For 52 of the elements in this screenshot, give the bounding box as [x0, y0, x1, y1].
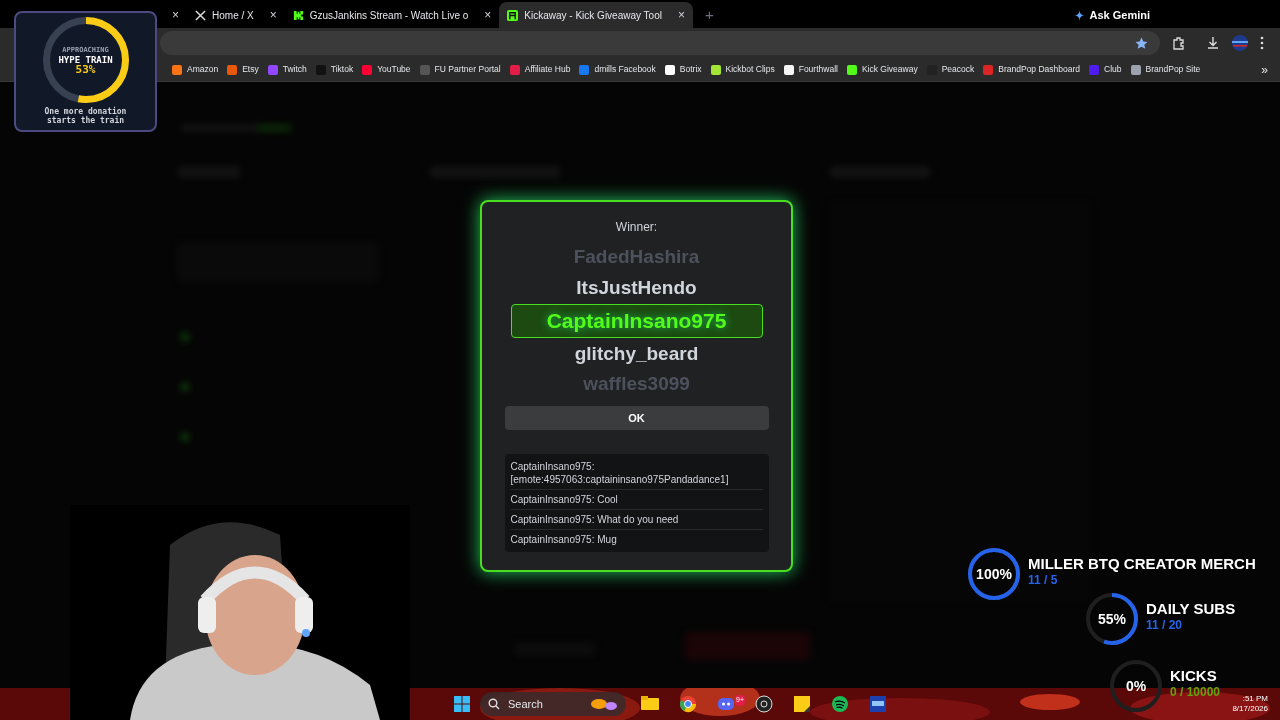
winner-name: ItsJustHendo	[576, 275, 697, 300]
goal-percent: 0%	[1125, 676, 1147, 696]
browser-tab[interactable]: Home / X ×	[187, 2, 285, 28]
bookmark-item[interactable]: dmills Facebook	[579, 63, 656, 76]
more-bookmarks-button[interactable]: »	[1261, 60, 1268, 79]
goal-progress: 11 / 20	[1146, 617, 1184, 633]
chat-message: CaptainInsano975: Cool	[510, 490, 763, 510]
bookmark-item[interactable]: Tiktok	[315, 63, 354, 76]
bookmark-item[interactable]: BrandPop Dashboard	[983, 63, 1081, 76]
bookmark-item[interactable]: Kick Giveaway	[846, 63, 918, 76]
bookmark-item[interactable]: Club	[1089, 63, 1122, 76]
bookmark-item[interactable]: Amazon	[172, 63, 219, 76]
bookmark-item[interactable]: FU Partner Portal	[419, 63, 501, 76]
ask-gemini-button[interactable]: Ask Gemini	[1074, 2, 1150, 28]
goal-progress: 11 / 5	[1028, 572, 1059, 588]
goal-progress: 0 / 10000	[1170, 684, 1221, 700]
search-field[interactable]: Search	[480, 692, 626, 716]
goal-title: MILLER BTQ CREATOR MERCH	[1028, 556, 1256, 572]
ok-button[interactable]: OK	[504, 406, 769, 430]
chat-message: CaptainInsano975: [emote:4957063:captaininsano975Pandadance1]	[510, 457, 763, 490]
close-button[interactable]: ×	[484, 6, 492, 24]
bookmark-item[interactable]: Twitch	[267, 63, 307, 76]
bookmark-item[interactable]: Botrix	[664, 63, 702, 76]
new-tab-button[interactable]: +	[693, 2, 726, 28]
bookmark-item[interactable]: Etsy	[227, 63, 259, 76]
chat-message: CaptainInsano975: Mug	[510, 533, 618, 547]
bookmark-item[interactable]: Affiliate Hub	[509, 63, 571, 76]
widget-title: HYPE TRAIN	[58, 55, 113, 65]
widget-caption: One more donation starts the train	[43, 107, 128, 125]
winner-name: waffles3099	[583, 372, 690, 396]
bookmark-item[interactable]: BrandPop Site	[1130, 63, 1201, 76]
goal-percent: 55%	[1098, 609, 1126, 629]
winner-name: CaptainInsano975	[510, 304, 763, 338]
clock-date: 8/17/2026	[1232, 704, 1268, 714]
bookmark-item[interactable]: Fourthwall	[783, 63, 838, 76]
goal-title: DAILY SUBS	[1146, 601, 1236, 617]
browser-tab[interactable]: GzusJankins Stream - Watch Live o ×	[284, 2, 500, 28]
bookmark-item[interactable]: Peacock	[926, 63, 975, 76]
browser-tab[interactable]: Kickaway - Kick Giveaway Tool ×	[499, 2, 693, 28]
hype-percent: 53%	[75, 65, 96, 75]
chat-message: CaptainInsano975: What do you need	[510, 510, 763, 530]
goal-percent: 100%	[976, 564, 1012, 584]
bookmark-item[interactable]: YouTube	[362, 63, 411, 76]
goal-title: KICKS	[1170, 668, 1218, 684]
close-button[interactable]: ×	[269, 6, 277, 24]
bookmark-item[interactable]: Kickbot Clips	[710, 63, 775, 76]
dialog-title: Winner:	[615, 219, 658, 236]
close-button[interactable]: ×	[677, 6, 685, 24]
close-button[interactable]: ×	[172, 6, 179, 24]
clock-time: :51 PM	[1242, 694, 1268, 704]
winner-name: glitchy_beard	[574, 341, 699, 366]
winner-name: FadedHashira	[573, 246, 700, 270]
